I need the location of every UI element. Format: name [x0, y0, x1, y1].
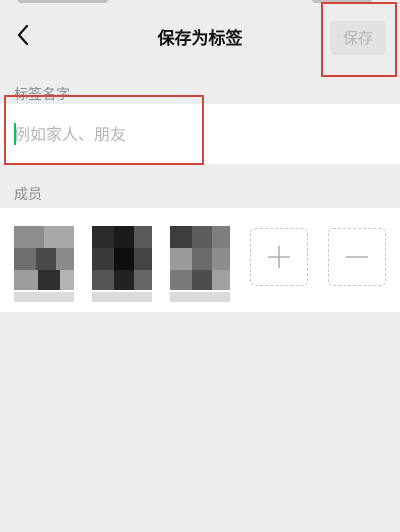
member-avatar[interactable]	[170, 226, 230, 290]
save-button[interactable]: 保存	[330, 21, 386, 55]
member-avatar[interactable]	[14, 226, 74, 290]
tag-name-input[interactable]	[14, 116, 384, 152]
navigation-bar: 保存为标签 保存	[0, 6, 400, 66]
tag-name-label: 标签名字	[14, 87, 70, 103]
member-name	[14, 292, 74, 302]
members-label: 成员	[14, 187, 42, 203]
member-avatar[interactable]	[92, 226, 152, 290]
member-name	[170, 292, 230, 302]
members-grid	[0, 208, 400, 312]
member-name	[92, 292, 152, 302]
text-cursor	[14, 123, 16, 145]
minus-icon	[346, 256, 368, 258]
remove-member-button[interactable]	[328, 228, 386, 286]
add-member-button[interactable]	[250, 228, 308, 286]
tag-name-card	[0, 104, 400, 164]
plus-icon	[268, 246, 290, 268]
status-bar-right	[312, 0, 372, 3]
status-bar-left	[18, 0, 108, 3]
